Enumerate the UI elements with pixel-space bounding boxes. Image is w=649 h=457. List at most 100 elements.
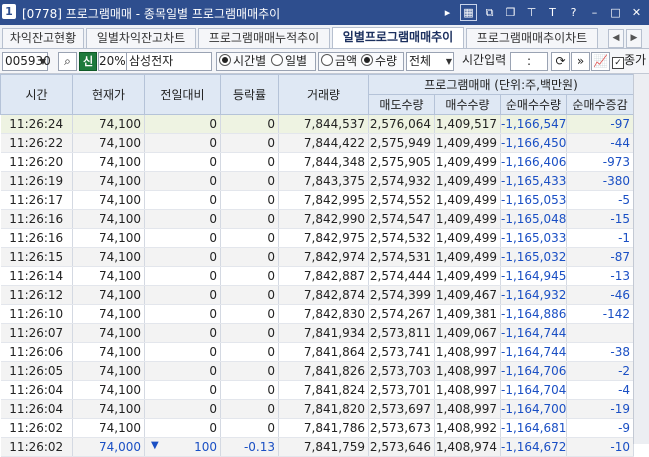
- radio-off-icon: [271, 54, 283, 66]
- copy-icon[interactable]: ⧉: [481, 4, 498, 21]
- cell-buy: 1,409,499: [434, 152, 501, 172]
- table-row[interactable]: 11:26:16 74,100 0 0 7,842,990 2,574,547 1,409,…: [0, 209, 635, 229]
- time-input[interactable]: :: [510, 52, 548, 71]
- table-row[interactable]: 11:26:14 74,100 0 0 7,842,887 2,574,444 1,409,…: [0, 266, 635, 286]
- cell-rate: 0: [220, 133, 279, 153]
- radio-quantity[interactable]: 수량: [361, 53, 397, 70]
- cell-rate: 0: [220, 323, 279, 343]
- window-icon[interactable]: ❐: [502, 4, 519, 21]
- table-row[interactable]: 11:26:15 74,100 0 0 7,842,974 2,574,531 1,409,…: [0, 247, 635, 267]
- table-row[interactable]: 11:26:02 74,000 ▼ 100 -0.13 7,841,759 2,573,64…: [0, 437, 635, 457]
- tab-daily-arbitrage-chart[interactable]: 일별차익잔고차트: [86, 28, 196, 48]
- cell-price: 74,100: [72, 418, 145, 438]
- new-badge[interactable]: 신: [79, 52, 97, 71]
- cell-sell: 2,574,532: [368, 228, 435, 248]
- table-row[interactable]: 11:26:16 74,100 0 0 7,842,975 2,574,532 1,409,…: [0, 228, 635, 248]
- cell-change: 0: [144, 190, 221, 210]
- help-icon[interactable]: ?: [565, 4, 582, 21]
- cell-rate: 0: [220, 380, 279, 400]
- font-icon[interactable]: T: [544, 4, 561, 21]
- time-input-label: 시간입력: [462, 53, 507, 67]
- table-row[interactable]: 11:26:07 74,100 0 0 7,841,934 2,573,811 1,409,…: [0, 323, 635, 343]
- cell-time: 11:26:17: [0, 190, 73, 210]
- cell-volume: 7,841,826: [278, 361, 369, 381]
- cell-change: 0: [144, 114, 221, 134]
- pin-icon[interactable]: ⊤: [523, 4, 540, 21]
- cell-volume: 7,842,990: [278, 209, 369, 229]
- cell-price: 74,100: [72, 228, 145, 248]
- cell-time: 11:26:07: [0, 323, 73, 343]
- header-volume[interactable]: 거래량: [278, 74, 369, 115]
- table-row[interactable]: 11:26:04 74,100 0 0 7,841,824 2,573,701 1,408,…: [0, 380, 635, 400]
- cell-net-delta: -19: [566, 399, 635, 419]
- cell-change: 0: [144, 380, 221, 400]
- chevron-down-icon[interactable]: ▼: [446, 53, 452, 70]
- cell-volume: 7,842,887: [278, 266, 369, 286]
- header-change[interactable]: 전일대비: [144, 74, 221, 115]
- caret-right-icon[interactable]: ▸: [439, 4, 456, 21]
- cell-rate: -0.13: [220, 437, 279, 457]
- radio-amount[interactable]: 금액: [321, 53, 357, 70]
- cell-net-delta: -87: [566, 247, 635, 267]
- cell-net: -1,165,032: [500, 247, 567, 267]
- cell-rate: 0: [220, 228, 279, 248]
- next-icon[interactable]: »: [571, 52, 590, 71]
- vertical-scrollbar[interactable]: [633, 74, 649, 444]
- radio-on-icon: [361, 54, 373, 66]
- minimize-icon[interactable]: –: [586, 4, 603, 21]
- header-net[interactable]: 순매수수량: [500, 94, 567, 115]
- cell-sell: 2,575,949: [368, 133, 435, 153]
- table-row[interactable]: 11:26:17 74,100 0 0 7,842,995 2,574,552 1,409,…: [0, 190, 635, 210]
- tab-program-trend-chart[interactable]: 프로그램매매추이차트: [466, 28, 598, 48]
- tab-scroll-left-icon[interactable]: ◀: [608, 29, 624, 48]
- table-row[interactable]: 11:26:20 74,100 0 0 7,844,348 2,575,905 1,409,…: [0, 152, 635, 172]
- scope-select[interactable]: 전체 ▼: [406, 52, 454, 71]
- header-buy[interactable]: 매수수량: [434, 94, 501, 115]
- search-button[interactable]: ⌕: [58, 52, 77, 71]
- chart-icon[interactable]: 📈: [591, 52, 610, 71]
- table-row[interactable]: 11:26:10 74,100 0 0 7,842,830 2,574,267 1,409,…: [0, 304, 635, 324]
- tab-program-cumulative[interactable]: 프로그램매매누적추이: [198, 28, 330, 48]
- header-net-delta[interactable]: 순매수증감: [565, 94, 635, 115]
- cell-volume: 7,844,422: [278, 133, 369, 153]
- grid-icon[interactable]: ▦: [460, 4, 477, 21]
- chevron-down-icon[interactable]: ▼: [40, 53, 46, 70]
- stock-name-field[interactable]: 삼성전자: [126, 52, 212, 71]
- tab-scroll-right-icon[interactable]: ▶: [626, 29, 642, 48]
- radio-daily[interactable]: 일별: [271, 53, 307, 70]
- stock-code-input[interactable]: 005930 ▼: [2, 52, 51, 71]
- cell-rate: 0: [220, 361, 279, 381]
- close-icon[interactable]: ✕: [628, 4, 645, 21]
- radio-amount-label: 금액: [335, 54, 358, 68]
- table-row[interactable]: 11:26:12 74,100 0 0 7,842,874 2,574,399 1,409,…: [0, 285, 635, 305]
- cell-buy: 1,408,997: [434, 361, 501, 381]
- table-row[interactable]: 11:26:05 74,100 0 0 7,841,826 2,573,703 1,408,…: [0, 361, 635, 381]
- table-row[interactable]: 11:26:22 74,100 0 0 7,844,422 2,575,949 1,409,…: [0, 133, 635, 153]
- table-row[interactable]: 11:26:19 74,100 0 0 7,843,375 2,574,932 1,409,…: [0, 171, 635, 191]
- close-price-checkbox[interactable]: ✓ 종가: [612, 52, 646, 69]
- restore-icon[interactable]: □: [607, 4, 624, 21]
- radio-hourly[interactable]: 시간별: [219, 53, 266, 70]
- table-row[interactable]: 11:26:24 74,100 0 0 7,844,537 2,576,064 1,409,…: [0, 114, 635, 134]
- cell-rate: 0: [220, 171, 279, 191]
- cell-volume: 7,843,375: [278, 171, 369, 191]
- header-time[interactable]: 시간: [0, 74, 73, 115]
- cell-net-delta: -38: [566, 342, 635, 362]
- cell-net: -1,166,547: [500, 114, 567, 134]
- cell-change: 0: [144, 285, 221, 305]
- cell-time: 11:26:15: [0, 247, 73, 267]
- header-sell[interactable]: 매도수량: [368, 94, 435, 115]
- table-row[interactable]: 11:26:04 74,100 0 0 7,841,820 2,573,697 1,408,…: [0, 399, 635, 419]
- cell-sell: 2,576,064: [368, 114, 435, 134]
- table-row[interactable]: 11:26:02 74,100 0 0 7,841,786 2,573,673 1,408,…: [0, 418, 635, 438]
- cell-net: -1,164,672: [500, 437, 567, 457]
- tab-daily-program-trend[interactable]: 일별프로그램매매추이: [332, 27, 464, 48]
- cell-net-delta: -4: [566, 380, 635, 400]
- table-row[interactable]: 11:26:06 74,100 0 0 7,841,864 2,573,741 1,408,…: [0, 342, 635, 362]
- cell-rate: 0: [220, 209, 279, 229]
- tab-arbitrage-balance[interactable]: 차익잔고현황: [2, 28, 84, 48]
- header-price[interactable]: 현재가: [72, 74, 145, 115]
- refresh-icon[interactable]: ⟳: [551, 52, 570, 71]
- header-rate[interactable]: 등락률: [220, 74, 279, 115]
- cell-change-value: 100: [194, 440, 217, 454]
